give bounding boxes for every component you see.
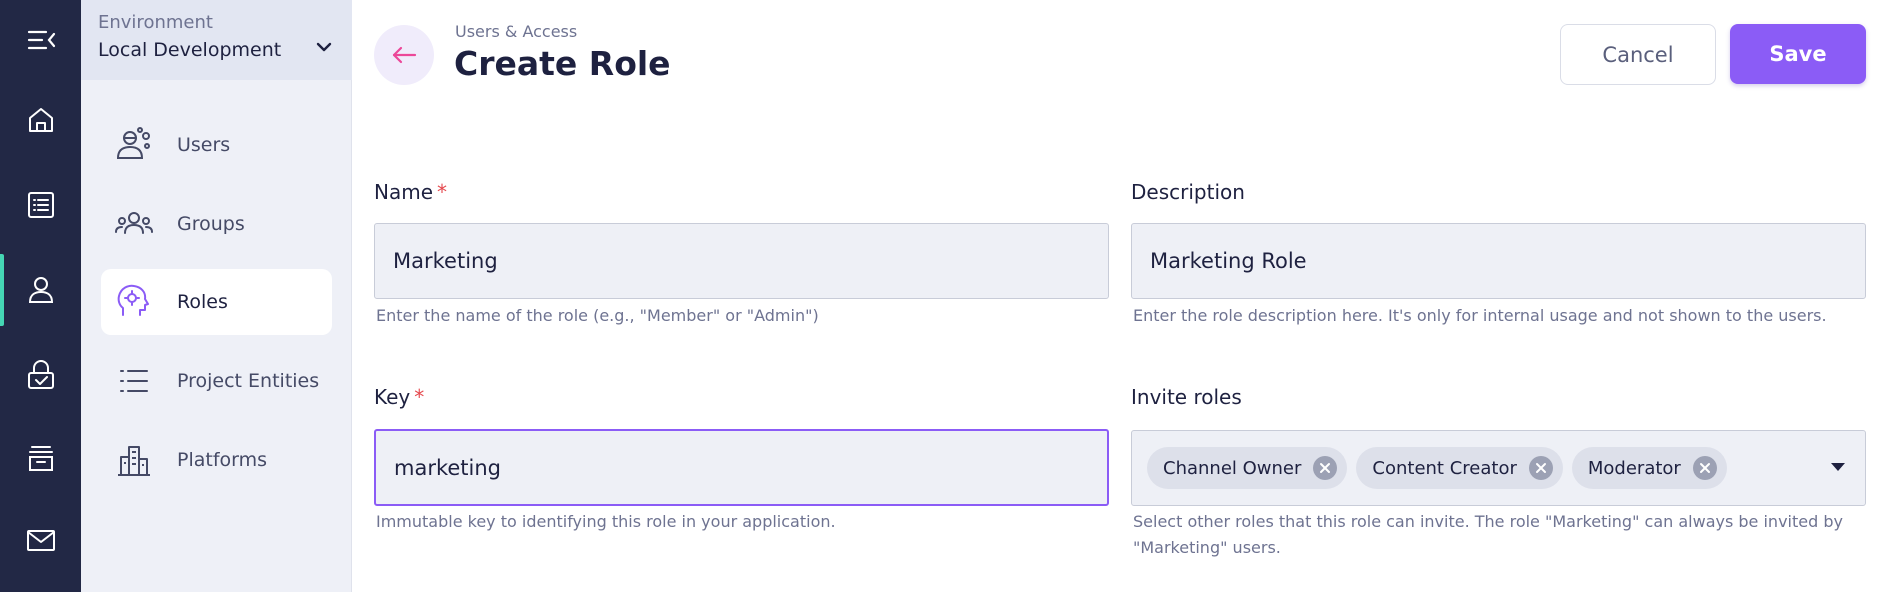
buildings-icon bbox=[118, 446, 150, 476]
sidebar-item-label: Platforms bbox=[177, 449, 268, 471]
description-label: Description bbox=[1131, 180, 1245, 204]
user-icon[interactable] bbox=[0, 250, 81, 330]
key-field[interactable]: marketing bbox=[374, 429, 1109, 506]
required-mark: * bbox=[437, 180, 448, 204]
sidebar-item-groups[interactable]: Groups bbox=[101, 191, 332, 257]
home-icon[interactable] bbox=[0, 80, 81, 160]
list-icon[interactable] bbox=[0, 165, 81, 245]
groups-icon bbox=[115, 212, 153, 234]
lock-check-icon[interactable] bbox=[0, 335, 81, 415]
key-label: Key * bbox=[374, 385, 424, 409]
sidebar-item-users[interactable]: Users bbox=[101, 112, 332, 178]
arrow-left-icon bbox=[392, 46, 417, 64]
description-field[interactable]: Marketing Role bbox=[1131, 223, 1866, 299]
role-head-icon bbox=[117, 284, 149, 316]
environment-label: Environment bbox=[98, 12, 213, 33]
breadcrumb[interactable]: Users & Access bbox=[455, 22, 577, 41]
role-chip: Channel Owner bbox=[1147, 447, 1348, 489]
sidebar-item-label: Groups bbox=[177, 213, 245, 235]
name-label: Name * bbox=[374, 180, 447, 204]
numbered-list-icon bbox=[120, 370, 148, 392]
role-chip: Content Creator bbox=[1356, 447, 1563, 489]
role-chip-label: Moderator bbox=[1587, 457, 1681, 479]
required-mark: * bbox=[414, 385, 425, 409]
app-rail bbox=[0, 0, 81, 592]
user-settings-icon bbox=[116, 127, 150, 159]
invite-roles-help-line: Select other roles that this role can in… bbox=[1133, 512, 1843, 531]
invite-roles-select[interactable]: Channel Owner Content Creator Moderator bbox=[1131, 430, 1866, 506]
role-chip-label: Content Creator bbox=[1372, 457, 1517, 479]
sidebar-item-label: Project Entities bbox=[177, 370, 320, 392]
name-label-text: Name bbox=[374, 180, 434, 204]
invite-roles-help-line: "Marketing" users. bbox=[1133, 538, 1281, 557]
sidebar: Environment Local Development Users Grou… bbox=[81, 0, 352, 592]
name-help-text: Enter the name of the role (e.g., "Membe… bbox=[376, 306, 819, 325]
cancel-button[interactable]: Cancel bbox=[1560, 24, 1716, 85]
key-help-text: Immutable key to identifying this role i… bbox=[376, 512, 836, 531]
key-label-text: Key bbox=[374, 385, 411, 409]
menu-collapse-icon[interactable] bbox=[0, 0, 81, 80]
chevron-down-icon bbox=[316, 42, 332, 52]
remove-chip-icon[interactable] bbox=[1692, 456, 1717, 480]
page-title: Create Role bbox=[454, 44, 671, 83]
description-help-text: Enter the role description here. It's on… bbox=[1133, 306, 1827, 325]
sidebar-item-label: Users bbox=[177, 134, 231, 156]
invite-roles-label: Invite roles bbox=[1131, 385, 1242, 409]
invite-roles-help-text: Select other roles that this role can in… bbox=[1133, 509, 1843, 561]
sidebar-item-project-entities[interactable]: Project Entities bbox=[101, 348, 332, 414]
sidebar-item-roles[interactable]: Roles bbox=[101, 269, 332, 335]
role-chip-label: Channel Owner bbox=[1163, 457, 1302, 479]
remove-chip-icon[interactable] bbox=[1313, 456, 1338, 480]
sidebar-item-label: Roles bbox=[177, 291, 228, 313]
sidebar-item-platforms[interactable]: Platforms bbox=[101, 427, 332, 493]
save-button[interactable]: Save bbox=[1730, 24, 1866, 84]
environment-selector[interactable]: Environment Local Development bbox=[81, 0, 352, 80]
archive-icon[interactable] bbox=[0, 418, 81, 498]
caret-down-icon[interactable] bbox=[1831, 463, 1845, 471]
name-field[interactable]: Marketing bbox=[374, 223, 1109, 299]
remove-chip-icon[interactable] bbox=[1528, 456, 1553, 480]
back-button[interactable] bbox=[374, 25, 434, 85]
environment-value: Local Development bbox=[98, 39, 282, 61]
mail-icon[interactable] bbox=[0, 500, 81, 580]
role-chip: Moderator bbox=[1571, 447, 1727, 489]
